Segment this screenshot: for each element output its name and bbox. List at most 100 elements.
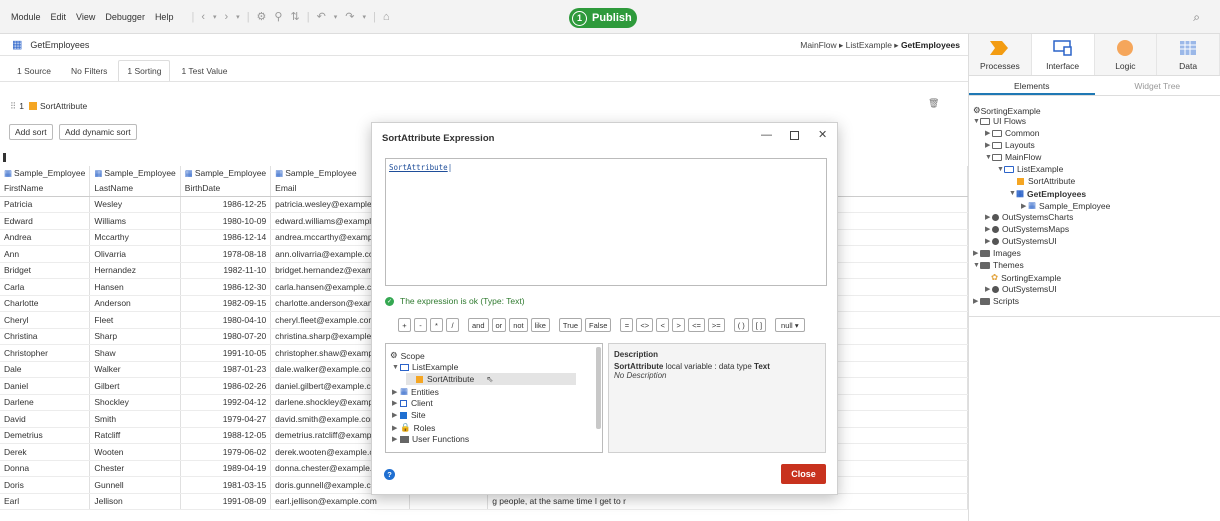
- settings-icon[interactable]: ⚙: [253, 10, 271, 23]
- chevron-down-icon[interactable]: ▾: [232, 13, 244, 21]
- op-gt[interactable]: >: [672, 318, 686, 332]
- variable-icon: [416, 375, 423, 383]
- tag-icon[interactable]: ⌂: [379, 11, 394, 23]
- tree-node-scripts[interactable]: ▶ Scripts: [973, 296, 1019, 306]
- op-and[interactable]: and: [468, 318, 489, 332]
- op-lt[interactable]: <: [656, 318, 670, 332]
- op-minus[interactable]: -: [414, 318, 427, 332]
- tree-node-layouts[interactable]: ▶ Layouts: [985, 140, 1035, 150]
- redo-icon[interactable]: ↷: [341, 10, 358, 23]
- tree-node-ui[interactable]: ▶ OutSystemsUI: [985, 236, 1057, 246]
- forward-icon[interactable]: ›: [221, 11, 233, 23]
- scope-root[interactable]: ⚙ Scope: [390, 350, 425, 361]
- tab-logic[interactable]: Logic: [1095, 34, 1158, 75]
- op-not[interactable]: not: [509, 318, 528, 332]
- dependency-icon: [992, 225, 999, 233]
- sort-attribute[interactable]: SortAttribute: [40, 101, 87, 111]
- column-header-birthdate[interactable]: BirthDate: [180, 180, 272, 197]
- op-multiply[interactable]: *: [430, 318, 443, 332]
- expression-editor[interactable]: SortAttribute|: [385, 158, 827, 286]
- maximize-icon[interactable]: [790, 131, 799, 140]
- scope-node-site[interactable]: ▶ Site: [392, 410, 426, 420]
- add-dynamic-sort-button[interactable]: Add dynamic sort: [59, 124, 137, 140]
- cell-birthdate: 1986-12-14: [180, 229, 272, 246]
- close-icon[interactable]: ✕: [818, 128, 827, 141]
- tab-interface[interactable]: Interface: [1031, 34, 1095, 75]
- sort-row[interactable]: ⠿ 1 SortAttribute: [0, 99, 968, 113]
- menu-help[interactable]: Help: [150, 12, 179, 22]
- tree-node-charts[interactable]: ▶ OutSystemsCharts: [985, 212, 1073, 222]
- op-or[interactable]: or: [491, 318, 507, 332]
- scope-node-listexample[interactable]: ▼ ListExample: [392, 362, 458, 372]
- null-dropdown[interactable]: null ▾: [775, 318, 805, 332]
- tree-node-getemployees[interactable]: ▼ ▦ GetEmployees: [1009, 188, 1086, 199]
- tree-node-ui-flows[interactable]: ▼ UI Flows: [973, 116, 1026, 126]
- column-header-firstname[interactable]: FirstName: [0, 180, 91, 197]
- op-plus[interactable]: +: [398, 318, 411, 332]
- scope-node-user-functions[interactable]: ▶ User Functions: [392, 434, 469, 444]
- add-sort-button[interactable]: Add sort: [9, 124, 53, 140]
- tree-node-mainflow[interactable]: ▼ MainFlow: [985, 152, 1041, 162]
- tab-filters[interactable]: No Filters: [62, 60, 116, 81]
- scope-node-roles[interactable]: ▶ 🔒 Roles: [392, 422, 435, 433]
- tab-widget-tree[interactable]: Widget Tree: [1095, 76, 1220, 95]
- op-gte[interactable]: >=: [707, 318, 725, 332]
- tab-data[interactable]: Data: [1157, 34, 1220, 75]
- menu-debugger[interactable]: Debugger: [100, 12, 150, 22]
- folder-icon: [400, 435, 409, 443]
- op-like[interactable]: like: [530, 318, 550, 332]
- table-row[interactable]: Earl Jellison 1991-08-09 earl.jellison@exam…: [0, 493, 968, 510]
- menu-view[interactable]: View: [71, 12, 100, 22]
- cell-birthdate: 1991-08-09: [180, 493, 272, 510]
- tree-node-images[interactable]: ▶ Images: [973, 248, 1021, 258]
- publish-button[interactable]: 1 Publish: [569, 8, 637, 28]
- op-lte[interactable]: <=: [688, 318, 705, 332]
- op-eq[interactable]: =: [620, 318, 634, 332]
- scope-node-client[interactable]: ▶ Client: [392, 398, 433, 408]
- search-icon[interactable]: ⌕: [1193, 10, 1200, 25]
- drag-handle-icon[interactable]: ⠿: [10, 101, 16, 112]
- tab-elements[interactable]: Elements: [969, 76, 1095, 95]
- menu-edit[interactable]: Edit: [46, 12, 72, 22]
- delete-icon[interactable]: 🗑: [928, 98, 939, 109]
- tree-node-module[interactable]: ⚙ SortingExample: [973, 105, 1041, 116]
- scope-node-sortattribute[interactable]: SortAttribute ⇖: [406, 373, 576, 385]
- tree-node-sortattribute[interactable]: SortAttribute: [1017, 176, 1075, 186]
- splitter-handle[interactable]: [3, 153, 6, 162]
- tab-processes[interactable]: Processes: [969, 34, 1032, 75]
- chevron-down-icon[interactable]: ▾: [330, 13, 342, 21]
- close-button[interactable]: Close: [781, 464, 826, 484]
- tab-sorting[interactable]: 1 Sorting: [118, 60, 171, 81]
- op-divide[interactable]: /: [446, 318, 459, 332]
- tree-node-themes[interactable]: ▼ Themes: [973, 260, 1024, 270]
- back-icon[interactable]: ‹: [197, 11, 209, 23]
- op-brackets[interactable]: [ ]: [751, 318, 767, 332]
- chevron-down-icon[interactable]: ▾: [359, 13, 371, 21]
- minimize-icon[interactable]: —: [761, 129, 772, 141]
- tab-source[interactable]: 1 Source: [8, 60, 60, 81]
- menu-module[interactable]: Module: [6, 12, 46, 22]
- tree-node-sample-employee[interactable]: ▶ ▦ Sample_Employee: [1021, 200, 1110, 211]
- tree-node-theme-sorting[interactable]: ✿ SortingExample: [991, 272, 1061, 283]
- data-icon: [1178, 39, 1198, 57]
- compare-icon[interactable]: ⇅: [286, 10, 303, 23]
- op-neq[interactable]: <>: [636, 318, 654, 332]
- tree-node-theme-ui[interactable]: ▶ OutSystemsUI: [985, 284, 1057, 294]
- op-true[interactable]: True: [558, 318, 583, 332]
- op-parens[interactable]: ( ): [733, 318, 749, 332]
- column-header-lastname[interactable]: LastName: [89, 180, 181, 197]
- tree-node-maps[interactable]: ▶ OutSystemsMaps: [985, 224, 1069, 234]
- op-false[interactable]: False: [585, 318, 612, 332]
- scope-node-entities[interactable]: ▶ ▦ Entities: [392, 386, 439, 397]
- undo-icon[interactable]: ↶: [313, 10, 330, 23]
- tab-test-values[interactable]: 1 Test Value: [172, 60, 236, 81]
- debug-icon[interactable]: ⚲: [270, 10, 286, 23]
- chevron-down-icon[interactable]: ▾: [209, 13, 221, 21]
- tree-node-common[interactable]: ▶ Common: [985, 128, 1039, 138]
- breadcrumb-mainflow[interactable]: MainFlow: [800, 40, 836, 50]
- scrollbar[interactable]: [596, 347, 601, 429]
- tree-node-listexample[interactable]: ▼ ListExample: [997, 164, 1063, 174]
- breadcrumb-listexample[interactable]: ListExample: [846, 40, 892, 50]
- help-icon[interactable]: ?: [384, 469, 395, 480]
- expression-token[interactable]: SortAttribute: [389, 163, 448, 172]
